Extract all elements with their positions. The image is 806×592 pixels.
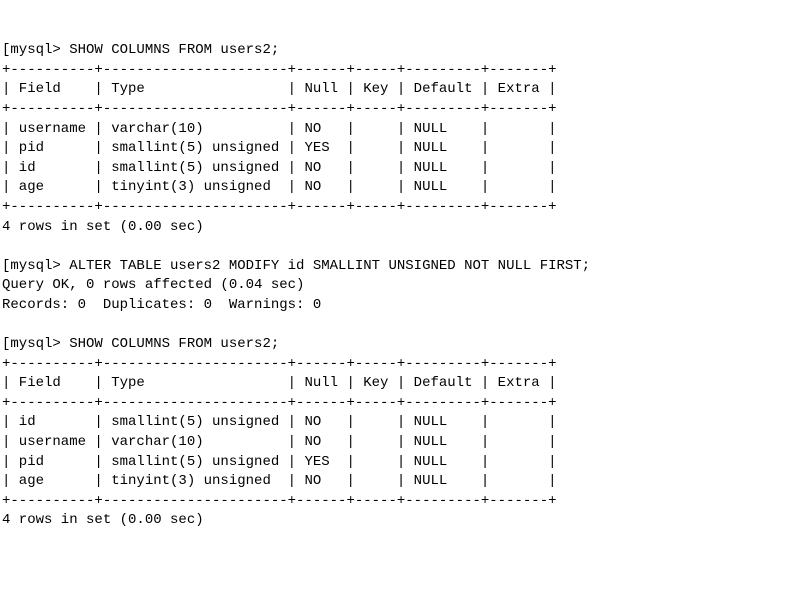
terminal-output: [mysql> SHOW COLUMNS FROM users2; +-----… (2, 41, 804, 531)
